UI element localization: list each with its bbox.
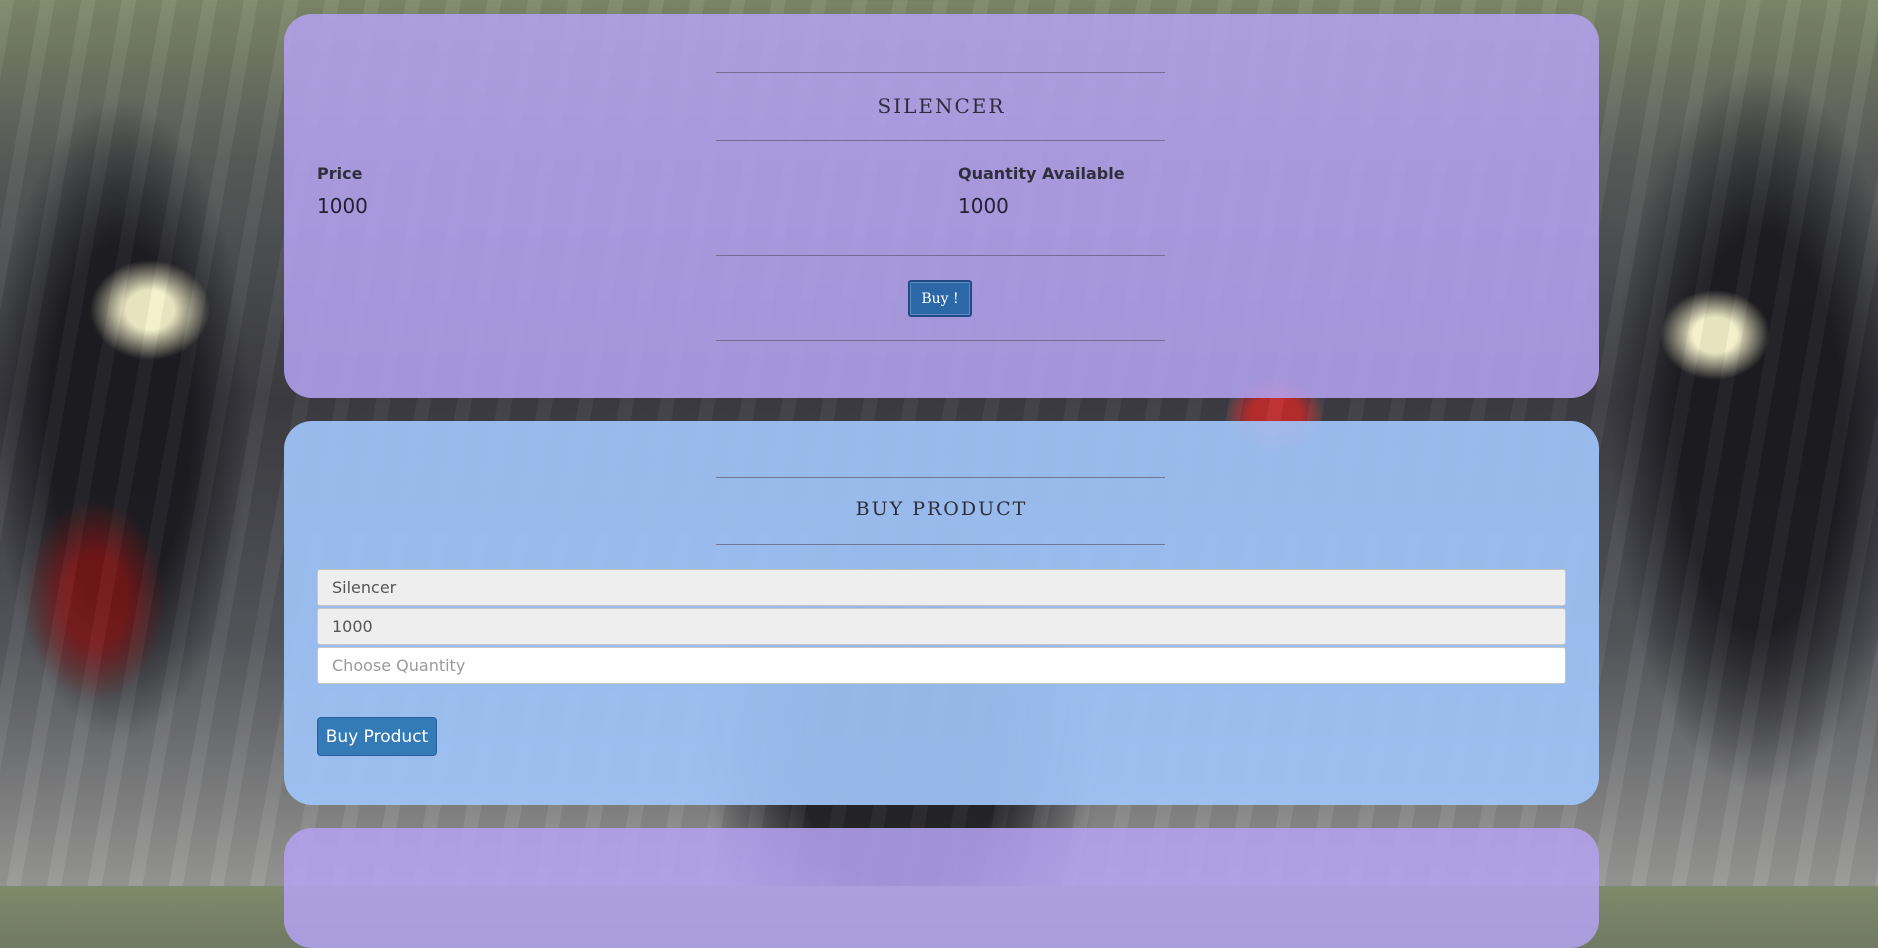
- divider: [716, 340, 1165, 341]
- quantity-input[interactable]: [317, 647, 1566, 684]
- divider: [716, 544, 1165, 545]
- quantity-available-value: 1000: [958, 194, 1009, 218]
- divider: [716, 255, 1165, 256]
- buy-product-button[interactable]: Buy Product: [317, 717, 437, 756]
- buy-button[interactable]: Buy !: [908, 280, 972, 317]
- next-product-card: [284, 828, 1599, 948]
- buy-product-title: BUY PRODUCT: [855, 498, 1028, 520]
- product-title: SILENCER: [877, 94, 1006, 118]
- product-name-field[interactable]: [317, 569, 1566, 606]
- product-card: SILENCER Price 1000 Quantity Available 1…: [284, 14, 1599, 398]
- divider: [716, 477, 1165, 478]
- price-value: 1000: [317, 194, 368, 218]
- buy-product-card: BUY PRODUCT Buy Product: [284, 421, 1599, 805]
- product-price-field[interactable]: [317, 608, 1566, 645]
- quantity-available-label: Quantity Available: [958, 164, 1125, 183]
- divider: [716, 140, 1165, 141]
- price-label: Price: [317, 164, 363, 183]
- divider: [716, 72, 1165, 73]
